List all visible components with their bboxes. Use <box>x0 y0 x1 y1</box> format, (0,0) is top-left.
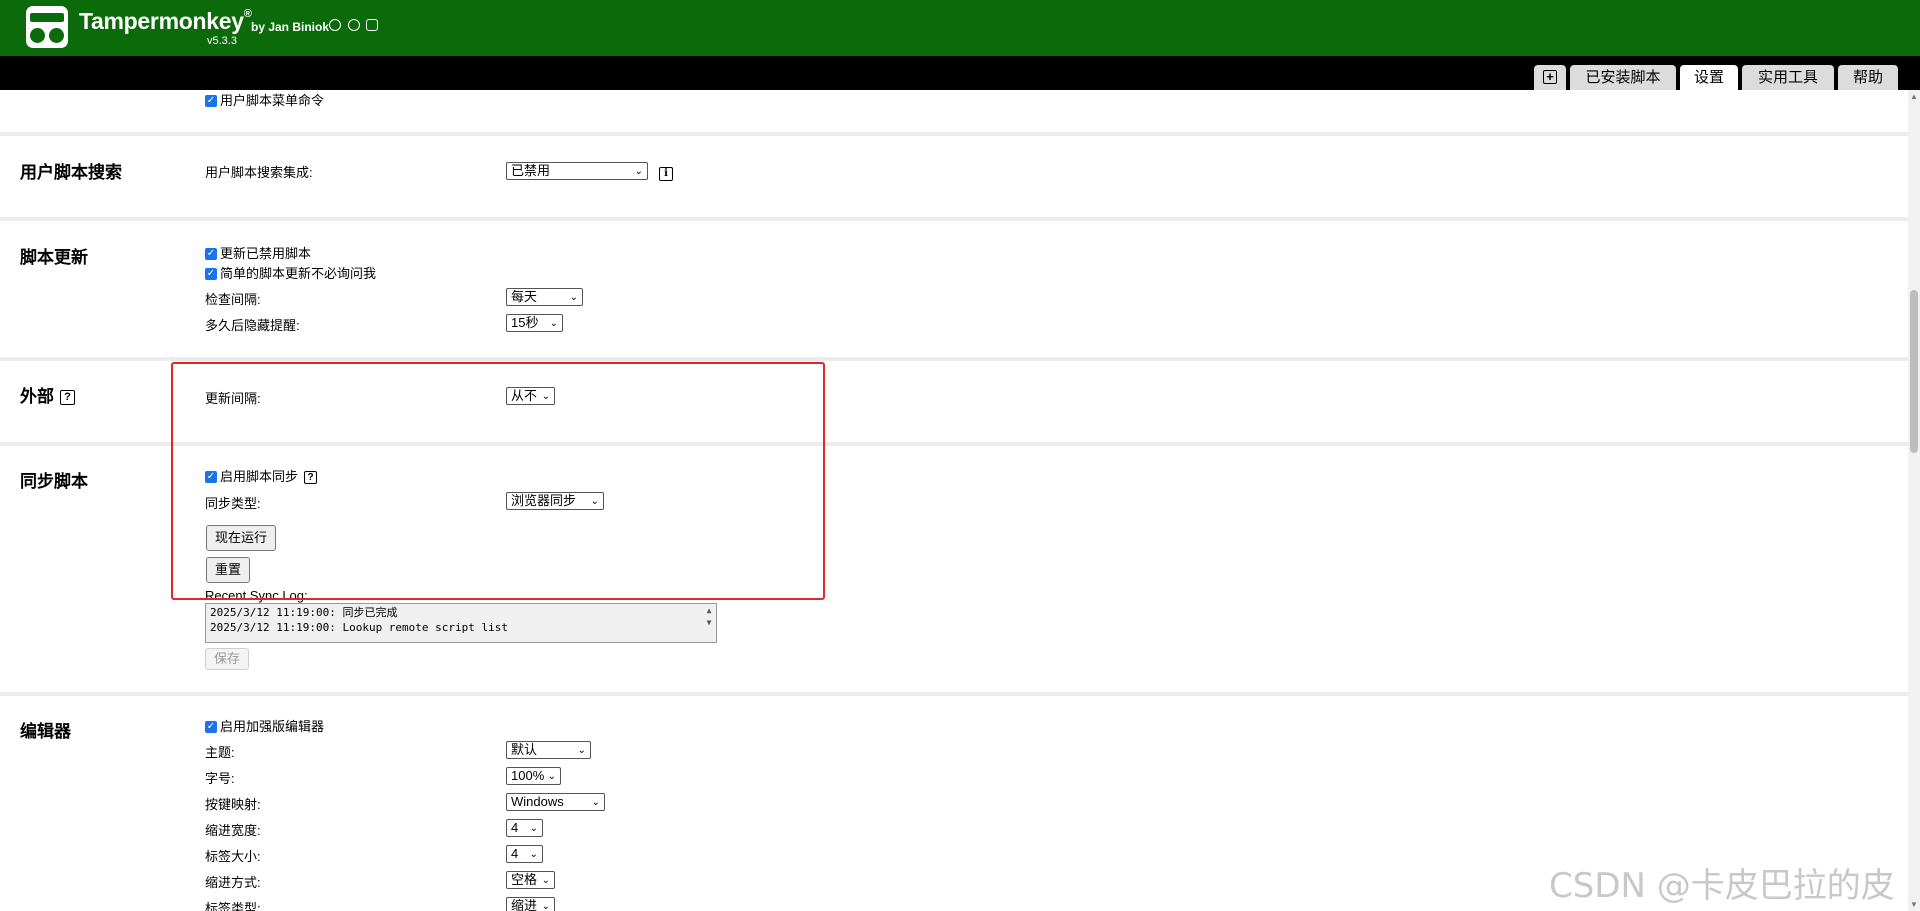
registered-mark: ® <box>243 8 252 20</box>
menu-commands-option[interactable]: ✓ 用户脚本菜单命令 <box>205 92 324 110</box>
settings-content: ✓ 用户脚本菜单命令 用户脚本搜索 用户脚本搜索集成: 已禁用 ⌄ i 脚本更新 ✓… <box>0 90 1908 911</box>
chevron-down-icon: ⌄ <box>541 875 550 886</box>
select-value: Windows <box>511 794 564 809</box>
font-size-select[interactable]: 100% ⌄ <box>506 767 561 785</box>
chevron-down-icon: ⌄ <box>541 901 550 911</box>
help-icon[interactable]: ? <box>60 390 75 406</box>
author-byline: by Jan Biniok <box>251 20 330 34</box>
select-value: 空格 <box>511 872 538 887</box>
section-divider <box>0 692 1908 696</box>
scroll-up-arrow-icon[interactable]: ▲ <box>1908 92 1920 101</box>
section-title-editor: 编辑器 <box>20 722 71 741</box>
chevron-down-icon: ⌄ <box>577 745 586 756</box>
logo-eye-right <box>49 28 64 43</box>
page-scrollbar[interactable]: ▲ ▼ <box>1908 90 1920 911</box>
scroll-down-arrow-icon[interactable]: ▼ <box>1908 900 1920 909</box>
hide-after-select[interactable]: 15秒 ⌄ <box>506 314 563 332</box>
option-label: 启用加强版编辑器 <box>220 719 325 734</box>
info-button[interactable]: i <box>659 164 673 181</box>
enable-enhanced-editor-option[interactable]: ✓ 启用加强版编辑器 <box>205 718 324 736</box>
update-disabled-option[interactable]: ✓ 更新已禁用脚本 <box>205 245 311 263</box>
section-title-sync: 同步脚本 <box>20 472 88 491</box>
plus-square-icon: + <box>1543 69 1557 84</box>
section-divider <box>0 132 1908 136</box>
sync-log-line: 2025/3/12 11:19:00: Lookup remote script… <box>210 621 509 634</box>
tab-type-label: 标签类型: <box>205 901 261 911</box>
checkbox-checked-icon[interactable]: ✓ <box>205 720 217 733</box>
indent-mode-label: 缩进方式: <box>205 875 261 890</box>
theme-label: 主题: <box>205 745 235 760</box>
scroll-up-arrow-icon[interactable]: ▲ <box>703 605 715 617</box>
indent-width-select[interactable]: 4 ⌄ <box>506 819 543 837</box>
section-title-search: 用户脚本搜索 <box>20 163 122 182</box>
scroll-down-arrow-icon[interactable]: ▼ <box>703 617 715 629</box>
theme-select[interactable]: 默认 ⌄ <box>506 741 591 759</box>
facebook-icon[interactable] <box>347 19 360 31</box>
tampermonkey-logo[interactable] <box>26 6 68 48</box>
textarea-scrollbar[interactable]: ▲ ▼ <box>703 605 715 641</box>
instagram-icon[interactable] <box>366 19 379 31</box>
tab-size-select[interactable]: 4 ⌄ <box>506 845 543 863</box>
logo-bar <box>30 13 64 22</box>
watermark: CSDN @卡皮巴拉的皮 <box>1549 866 1895 906</box>
app-name: Tampermonkey® <box>79 8 252 34</box>
select-value: 4 <box>511 846 519 861</box>
tab-size-label: 标签大小: <box>205 849 261 864</box>
indent-width-label: 缩进宽度: <box>205 823 261 838</box>
dont-ask-option[interactable]: ✓ 简单的脚本更新不必询问我 <box>205 265 376 283</box>
chevron-down-icon: ⌄ <box>591 797 600 808</box>
checkbox-checked-icon[interactable]: ✓ <box>205 267 217 280</box>
font-size-label: 字号: <box>205 771 235 786</box>
indent-mode-select[interactable]: 空格 ⌄ <box>506 871 555 889</box>
chevron-down-icon: ⌄ <box>547 771 556 782</box>
logo-eye-left <box>30 28 45 43</box>
chevron-down-icon: ⌄ <box>529 849 538 860</box>
sync-log-line: 2025/3/12 11:19:00: 同步已完成 <box>210 606 398 619</box>
select-value: 默认 <box>511 742 538 757</box>
chevron-down-icon: ⌄ <box>529 823 538 834</box>
select-value: 已禁用 <box>511 163 551 178</box>
app-version: v5.3.3 <box>207 35 237 47</box>
tab-help[interactable]: 帮助 <box>1838 65 1898 90</box>
option-label: 简单的脚本更新不必询问我 <box>220 266 377 281</box>
section-title-update: 脚本更新 <box>20 248 88 267</box>
chevron-down-icon: ⌄ <box>634 166 643 177</box>
tab-type-select[interactable]: 缩进 ⌄ <box>506 897 555 911</box>
tab-settings[interactable]: 设置 <box>1680 65 1738 90</box>
red-highlight-box <box>171 362 825 600</box>
chevron-down-icon: ⌄ <box>569 292 578 303</box>
tab-utilities[interactable]: 实用工具 <box>1742 65 1834 90</box>
check-interval-select[interactable]: 每天 ⌄ <box>506 288 583 306</box>
section-divider <box>0 357 1908 361</box>
select-value: 每天 <box>511 289 538 304</box>
social-links <box>329 19 381 34</box>
select-value: 缩进 <box>511 898 538 911</box>
github-icon[interactable] <box>329 19 341 31</box>
select-value: 100% <box>511 768 545 783</box>
scrollbar-thumb[interactable] <box>1910 290 1918 453</box>
section-title-text: 外部 <box>20 387 54 406</box>
sync-log-textarea[interactable]: 2025/3/12 11:19:00: 同步已完成 2025/3/12 11:1… <box>205 603 717 643</box>
keymap-select[interactable]: Windows ⌄ <box>506 793 605 811</box>
chevron-down-icon: ⌄ <box>549 318 558 329</box>
info-icon: i <box>659 167 673 181</box>
select-value: 4 <box>511 820 519 835</box>
section-title-external: 外部? <box>20 382 75 407</box>
app-header: Tampermonkey® by Jan Biniok v5.3.3 <box>0 0 1920 56</box>
tab-installed-scripts[interactable]: 已安装脚本 <box>1570 65 1676 90</box>
option-label: 更新已禁用脚本 <box>220 246 312 261</box>
search-integration-label: 用户脚本搜索集成: <box>205 165 313 180</box>
save-button[interactable]: 保存 <box>205 648 250 670</box>
select-value: 15秒 <box>511 315 539 330</box>
tab-new-script[interactable]: + <box>1534 65 1566 90</box>
checkbox-checked-icon[interactable]: ✓ <box>205 247 217 260</box>
check-interval-label: 检查间隔: <box>205 292 261 307</box>
keymap-label: 按键映射: <box>205 797 261 812</box>
search-integration-select[interactable]: 已禁用 ⌄ <box>506 162 648 180</box>
hide-after-label: 多久后隐藏提醒: <box>205 318 300 333</box>
checkbox-checked-icon[interactable]: ✓ <box>205 94 217 107</box>
option-label: 用户脚本菜单命令 <box>220 93 325 108</box>
section-divider <box>0 217 1908 221</box>
